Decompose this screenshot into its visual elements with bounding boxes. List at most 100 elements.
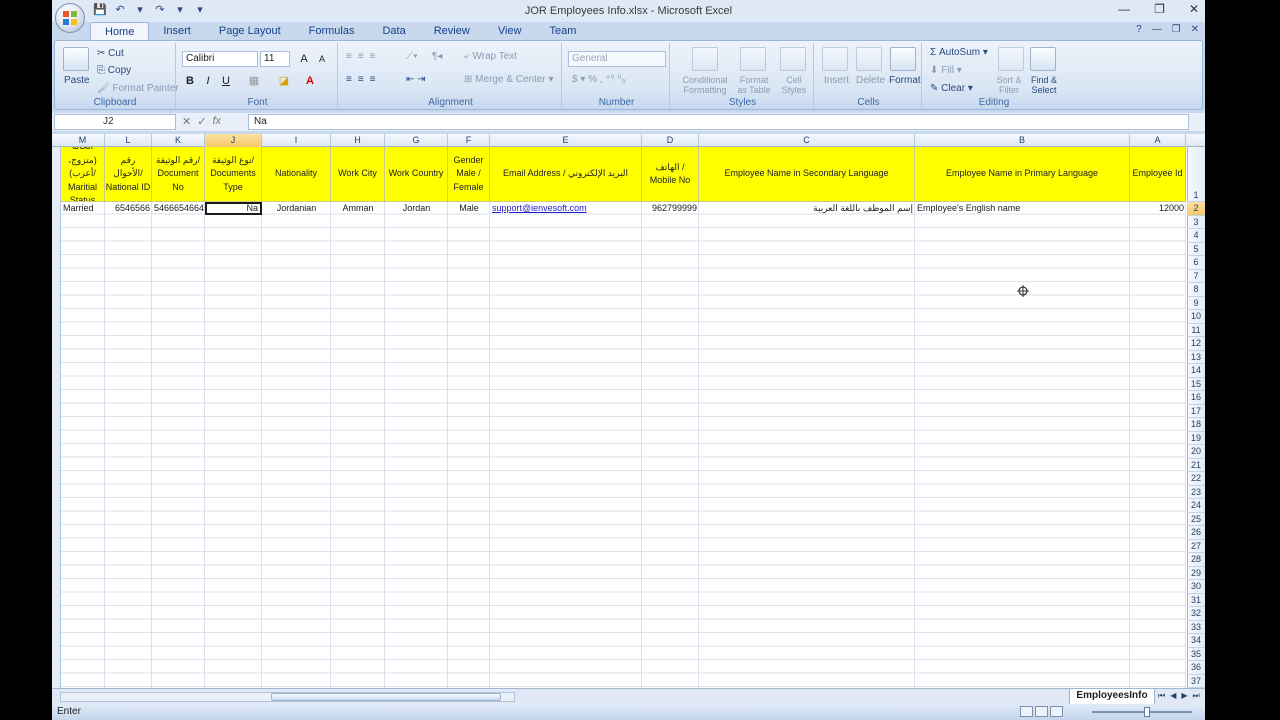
data-cell-m[interactable]: Married (61, 202, 105, 215)
font-color-icon[interactable]: A (302, 74, 318, 89)
indent-icons[interactable]: ⇤ ⇥ (406, 74, 426, 85)
borders-icon[interactable]: ▦ (246, 74, 262, 89)
header-cell-f[interactable]: Gender Male / Female (448, 147, 490, 202)
row-header-5[interactable]: 5 (1187, 243, 1205, 256)
tab-view[interactable]: View (484, 22, 536, 40)
paste-icon[interactable] (63, 47, 89, 71)
rtl-icon[interactable]: ¶◂ (432, 51, 442, 62)
data-cell-g[interactable]: Jordan (385, 202, 448, 215)
row-header-36[interactable]: 36 (1187, 661, 1205, 675)
vertical-scrollbar[interactable] (52, 147, 61, 688)
orientation-icon[interactable]: ⟋▾ (406, 51, 418, 62)
row-header-21[interactable]: 21 (1187, 459, 1205, 472)
wrap-text-button[interactable]: ⤶ Wrap Text (464, 51, 517, 62)
zoom-slider-knob[interactable] (1144, 707, 1150, 717)
ribbon-close-icon[interactable]: ✕ (1191, 24, 1199, 35)
autosum-button[interactable]: Σ AutoSum ▾ (930, 47, 988, 58)
name-box[interactable]: J2 (54, 114, 176, 130)
active-cell[interactable]: Na (205, 202, 262, 215)
row-header-26[interactable]: 26 (1187, 526, 1205, 540)
sort-filter-button[interactable]: Sort & Filter (990, 75, 1028, 95)
row-header-12[interactable]: 12 (1187, 337, 1205, 351)
row-header-17[interactable]: 17 (1187, 405, 1205, 418)
data-cell-h[interactable]: Amman (331, 202, 385, 215)
format-cells-button[interactable]: Format (889, 75, 921, 86)
row-header-6[interactable]: 6 (1187, 256, 1205, 270)
find-select-icon[interactable] (1030, 47, 1056, 71)
horizontal-align-icons[interactable]: ≡≡≡ (346, 74, 382, 85)
row-header-27[interactable]: 27 (1187, 540, 1205, 553)
cell-styles-icon[interactable] (780, 47, 806, 71)
row-header-19[interactable]: 19 (1187, 432, 1205, 445)
column-header-j[interactable]: J (205, 134, 262, 147)
header-cell-c[interactable]: Employee Name in Secondary Language (699, 147, 915, 202)
row-header-34[interactable]: 34 (1187, 634, 1205, 648)
worksheet-grid[interactable]: MLKJIHGFEDCBA الحالة (متزوج، أعزب)/ Mari… (52, 134, 1205, 688)
data-cell-l[interactable]: 6546566 (105, 202, 152, 215)
row-header-32[interactable]: 32 (1187, 607, 1205, 621)
tab-insert[interactable]: Insert (149, 22, 205, 40)
tab-data[interactable]: Data (368, 22, 419, 40)
clear-button[interactable]: ✎ Clear ▾ (930, 83, 973, 94)
fill-color-icon[interactable]: ◪ (276, 74, 292, 89)
header-cell-m[interactable]: الحالة (متزوج، أعزب)/ Maritial Status (61, 147, 105, 202)
merge-center-button[interactable]: ⊞ Merge & Center ▾ (464, 74, 554, 85)
data-cell-d[interactable]: 962799999 (642, 202, 699, 215)
column-header-c[interactable]: C (699, 134, 915, 147)
vertical-align-icons[interactable]: ≡≡≡ (346, 51, 382, 62)
cancel-icon[interactable]: ✕ (182, 115, 191, 128)
row-header-14[interactable]: 14 (1187, 364, 1205, 378)
conditional-formatting-icon[interactable] (692, 47, 718, 71)
cell-area[interactable]: الحالة (متزوج، أعزب)/ Maritial StatusMar… (61, 147, 1186, 688)
insert-function-icon[interactable]: fx (212, 115, 221, 128)
office-button[interactable] (55, 3, 85, 33)
column-header-g[interactable]: G (385, 134, 448, 147)
column-header-m[interactable]: M (61, 134, 105, 147)
column-header-b[interactable]: B (915, 134, 1130, 147)
row-header-3[interactable]: 3 (1187, 216, 1205, 229)
shrink-font-icon[interactable]: A (314, 52, 330, 67)
header-cell-e[interactable]: Email Address / البريد الإلكتروني (490, 147, 642, 202)
prev-sheet-icon[interactable]: ◀ (1170, 691, 1176, 701)
row-header-18[interactable]: 18 (1187, 418, 1205, 432)
font-size-combo[interactable]: 11 (260, 51, 290, 67)
format-as-table-icon[interactable] (740, 47, 766, 71)
page-layout-view-icon[interactable] (1035, 706, 1048, 717)
next-sheet-icon[interactable]: ▶ (1181, 691, 1187, 701)
header-cell-k[interactable]: رقم الوثيقة/ Document No (152, 147, 205, 202)
format-cells-icon[interactable] (890, 47, 916, 71)
data-cell-e[interactable]: support@ienvesoft.com (490, 202, 642, 215)
column-header-a[interactable]: A (1130, 134, 1186, 147)
minimize-button[interactable]: — (1118, 2, 1130, 16)
row-header-16[interactable]: 16 (1187, 391, 1205, 405)
row-header-7[interactable]: 7 (1187, 270, 1205, 283)
header-cell-b[interactable]: Employee Name in Primary Language (915, 147, 1130, 202)
first-sheet-icon[interactable]: ⏮ (1158, 691, 1165, 701)
restore-button[interactable]: ❐ (1154, 2, 1165, 16)
ribbon-restore-icon[interactable]: ❐ (1172, 24, 1181, 35)
copy-button[interactable]: ⎘ Copy (97, 65, 131, 76)
zoom-slider[interactable] (1092, 711, 1192, 713)
page-break-view-icon[interactable] (1050, 706, 1063, 717)
row-header-23[interactable]: 23 (1187, 486, 1205, 499)
find-select-button[interactable]: Find & Select (1026, 75, 1062, 95)
data-cell-b[interactable]: Employee's English name (915, 202, 1130, 215)
insert-cells-button[interactable]: Insert (824, 75, 849, 86)
sheet-tab-employeesinfo[interactable]: EmployeesInfo (1069, 689, 1155, 705)
italic-button[interactable]: I (200, 74, 216, 89)
column-header-l[interactable]: L (105, 134, 152, 147)
data-cell-k[interactable]: 5466654664 (152, 202, 205, 215)
row-header-10[interactable]: 10 (1187, 310, 1205, 324)
header-cell-h[interactable]: Work City (331, 147, 385, 202)
font-name-combo[interactable]: Calibri (182, 51, 258, 67)
bold-button[interactable]: B (182, 74, 198, 89)
column-header-k[interactable]: K (152, 134, 205, 147)
header-cell-d[interactable]: الهاتف / Mobile No (642, 147, 699, 202)
row-header-31[interactable]: 31 (1187, 594, 1205, 607)
help-icon[interactable]: ? (1136, 24, 1142, 35)
underline-button[interactable]: U (218, 74, 234, 89)
close-button[interactable]: ✕ (1189, 2, 1199, 16)
column-header-h[interactable]: H (331, 134, 385, 147)
number-format-combo[interactable]: General (568, 51, 666, 67)
row-header-8[interactable]: 8 (1187, 283, 1205, 297)
